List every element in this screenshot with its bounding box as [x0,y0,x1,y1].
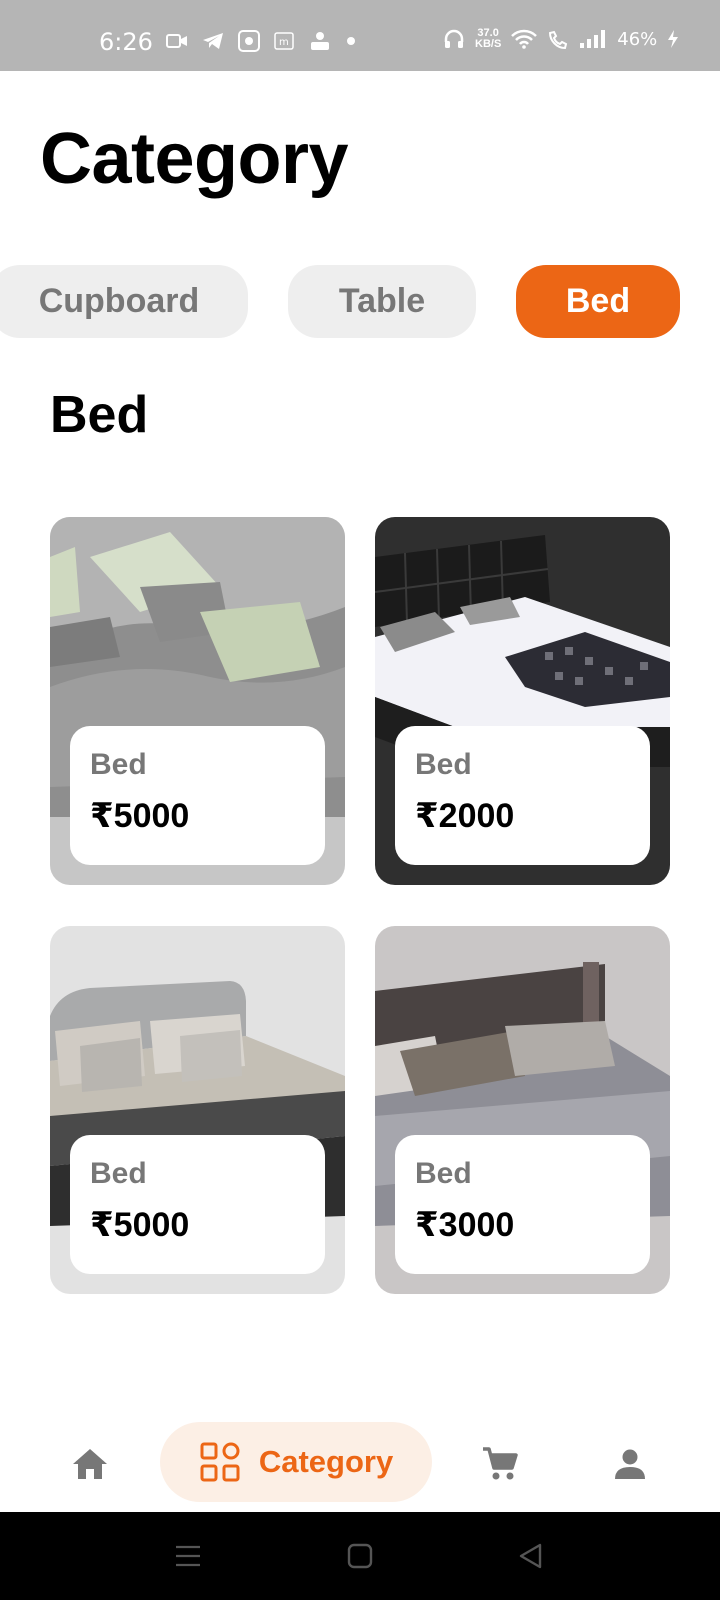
nav-cart[interactable] [480,1444,520,1484]
nav-category-label: Category [258,1444,394,1479]
product-name: Bed [90,1157,147,1190]
section-title: Bed [50,386,149,444]
product-info: Bed ₹5000 [70,1135,325,1274]
svg-text:m: m [279,37,289,48]
page-title: Category [40,119,349,199]
wifi-icon [511,29,538,49]
home-icon [73,1449,107,1479]
more-notifications-dot-icon [347,37,355,45]
system-navigation-bar [0,1512,720,1600]
app-badge-icon [311,32,329,50]
back-icon[interactable] [516,1540,548,1572]
signal-strength-icon [580,30,606,48]
telegram-icon [203,33,223,49]
nav-profile[interactable] [610,1444,650,1484]
product-card[interactable]: Bed ₹3000 [375,926,670,1294]
system-status-icons: 37.0 KB/S 46% [443,28,679,50]
product-name: Bed [415,1157,472,1190]
profile-icon [615,1449,645,1479]
nav-category[interactable]: Category [160,1422,432,1502]
status-bar: 6:26 m 37.0 KB/S 46% [0,0,720,71]
charging-icon [668,30,679,48]
product-card[interactable]: Bed ₹5000 [50,517,345,885]
category-grid-icon [200,1442,240,1482]
home-button-icon[interactable] [344,1540,376,1572]
product-info: Bed ₹5000 [70,726,325,865]
recent-apps-icon[interactable] [172,1540,204,1572]
category-chip-table[interactable]: Table [288,265,476,338]
product-price: ₹2000 [415,797,515,835]
app-notification-icon [238,30,260,52]
bottom-navigation: Category [0,1400,720,1512]
product-price: ₹5000 [90,1206,190,1244]
category-chip-label: Bed [565,282,631,320]
headphones-icon [444,29,464,48]
category-chip-bed[interactable]: Bed [516,265,680,338]
product-info: Bed ₹3000 [395,1135,650,1274]
m-app-icon: m [274,32,294,50]
cart-icon [483,1447,518,1480]
product-info: Bed ₹2000 [395,726,650,865]
nav-home[interactable] [70,1444,110,1484]
product-name: Bed [415,748,472,781]
category-chip-label: Cupboard [38,282,200,320]
wifi-calling-icon [549,30,568,49]
network-speed: 37.0 KB/S [475,28,501,50]
product-card[interactable]: Bed ₹2000 [375,517,670,885]
product-price: ₹5000 [90,797,190,835]
network-speed-unit: KB/S [475,38,502,50]
product-price: ₹3000 [415,1206,515,1244]
battery-level: 46% [617,28,658,50]
product-name: Bed [90,748,147,781]
product-card[interactable]: Bed ₹5000 [50,926,345,1294]
status-time: 6:26 [99,28,153,56]
category-chip-cupboard[interactable]: Cupboard [0,265,248,338]
notification-icons: m [166,30,356,52]
category-chip-label: Table [338,282,426,320]
video-camera-icon [166,34,187,48]
